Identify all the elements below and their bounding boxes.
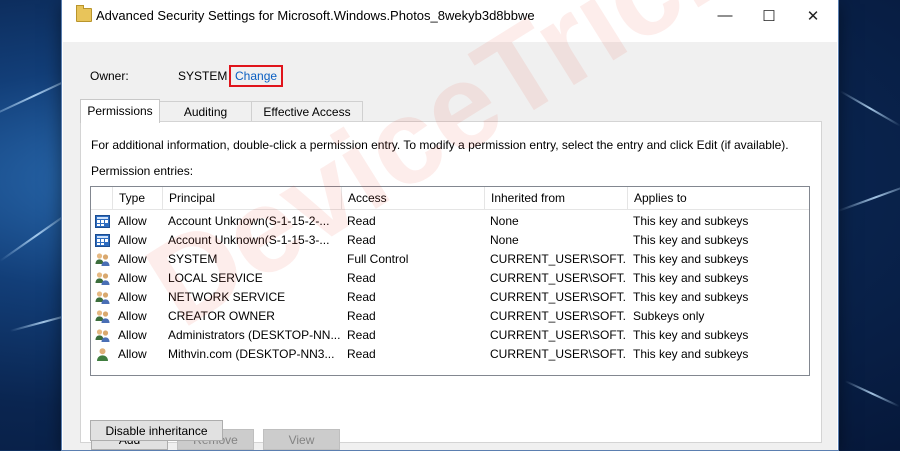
column-header-access[interactable]: Access xyxy=(341,187,484,209)
cell-type: Allow xyxy=(112,231,162,250)
cell-principal: Administrators (DESKTOP-NN... xyxy=(162,326,341,345)
cell-access: Read xyxy=(341,288,484,307)
users-group-icon xyxy=(95,328,110,343)
cell-principal: SYSTEM xyxy=(162,250,341,269)
cell-access: Full Control xyxy=(341,250,484,269)
cell-principal: Account Unknown(S-1-15-3-... xyxy=(162,231,341,250)
cell-access: Read xyxy=(341,345,484,364)
disable-inheritance-button[interactable]: Disable inheritance xyxy=(90,420,223,441)
column-header-inherited-from[interactable]: Inherited from xyxy=(484,187,627,209)
table-row[interactable]: AllowMithvin.com (DESKTOP-NN3...ReadCURR… xyxy=(91,345,809,364)
cell-type: Allow xyxy=(112,307,162,326)
cell-access: Read xyxy=(341,231,484,250)
cell-inherited: None xyxy=(484,212,627,231)
users-group-icon xyxy=(95,290,110,305)
view-button[interactable]: View xyxy=(263,429,340,450)
cell-access: Read xyxy=(341,307,484,326)
cell-type: Allow xyxy=(112,326,162,345)
cell-applies: This key and subkeys xyxy=(627,231,809,250)
permissions-panel: For additional information, double-click… xyxy=(80,121,822,443)
column-header-principal[interactable]: Principal xyxy=(162,187,341,209)
folder-icon xyxy=(76,8,92,22)
cell-principal: NETWORK SERVICE xyxy=(162,288,341,307)
cell-inherited: CURRENT_USER\SOFT... xyxy=(484,250,627,269)
cell-inherited: None xyxy=(484,231,627,250)
cell-inherited: CURRENT_USER\SOFT... xyxy=(484,345,627,364)
app-package-icon xyxy=(95,214,110,229)
users-group-icon xyxy=(95,271,110,286)
title-bar: Advanced Security Settings for Microsoft… xyxy=(62,0,838,31)
cell-type: Allow xyxy=(112,288,162,307)
column-header-type[interactable]: Type xyxy=(112,187,162,209)
tab-auditing[interactable]: Auditing xyxy=(158,101,253,122)
column-header-applies-to[interactable]: Applies to xyxy=(627,187,809,209)
cell-inherited: CURRENT_USER\SOFT... xyxy=(484,269,627,288)
maximize-button[interactable]: ☐ xyxy=(746,0,792,31)
table-row[interactable]: AllowLOCAL SERVICEReadCURRENT_USER\SOFT.… xyxy=(91,269,809,288)
security-settings-window: Advanced Security Settings for Microsoft… xyxy=(62,0,838,450)
light-streak xyxy=(838,183,900,212)
table-row[interactable]: AllowSYSTEMFull ControlCURRENT_USER\SOFT… xyxy=(91,250,809,269)
cell-applies: This key and subkeys xyxy=(627,250,809,269)
cell-principal: Account Unknown(S-1-15-2-... xyxy=(162,212,341,231)
change-owner-link[interactable]: Change xyxy=(229,65,283,87)
owner-label: Owner: xyxy=(90,69,129,83)
cell-applies: This key and subkeys xyxy=(627,345,809,364)
permission-entries-list[interactable]: Type Principal Access Inherited from App… xyxy=(90,186,810,376)
cell-access: Read xyxy=(341,326,484,345)
cell-principal: Mithvin.com (DESKTOP-NN3... xyxy=(162,345,341,364)
cell-inherited: CURRENT_USER\SOFT... xyxy=(484,326,627,345)
list-header: Type Principal Access Inherited from App… xyxy=(91,187,809,210)
cell-type: Allow xyxy=(112,212,162,231)
cell-principal: CREATOR OWNER xyxy=(162,307,341,326)
cell-access: Read xyxy=(341,212,484,231)
cell-inherited: CURRENT_USER\SOFT... xyxy=(484,307,627,326)
minimize-button[interactable]: — xyxy=(702,0,748,31)
table-row[interactable]: AllowAccount Unknown(S-1-15-2-...ReadNon… xyxy=(91,212,809,231)
app-package-icon xyxy=(95,233,110,248)
light-streak xyxy=(845,380,900,407)
cell-principal: LOCAL SERVICE xyxy=(162,269,341,288)
cell-applies: This key and subkeys xyxy=(627,326,809,345)
permission-entries-label: Permission entries: xyxy=(91,164,193,178)
cell-applies: This key and subkeys xyxy=(627,269,809,288)
owner-value: SYSTEM xyxy=(178,69,227,83)
cell-type: Allow xyxy=(112,250,162,269)
users-group-icon xyxy=(95,252,110,267)
close-button[interactable]: ✕ xyxy=(790,0,836,31)
cell-inherited: CURRENT_USER\SOFT... xyxy=(484,288,627,307)
user-icon xyxy=(95,347,110,362)
cell-applies: This key and subkeys xyxy=(627,212,809,231)
table-row[interactable]: AllowNETWORK SERVICEReadCURRENT_USER\SOF… xyxy=(91,288,809,307)
cell-type: Allow xyxy=(112,269,162,288)
dialog-content: Owner: SYSTEM Change Permissions Auditin… xyxy=(63,42,837,450)
window-title: Advanced Security Settings for Microsoft… xyxy=(96,8,535,23)
tab-effective-access[interactable]: Effective Access xyxy=(251,101,363,122)
cell-applies: This key and subkeys xyxy=(627,288,809,307)
users-group-icon xyxy=(95,309,110,324)
tab-permissions[interactable]: Permissions xyxy=(80,99,160,123)
cell-access: Read xyxy=(341,269,484,288)
cell-type: Allow xyxy=(112,345,162,364)
info-text: For additional information, double-click… xyxy=(91,138,789,152)
cell-applies: Subkeys only xyxy=(627,307,809,326)
table-row[interactable]: AllowCREATOR OWNERReadCURRENT_USER\SOFT.… xyxy=(91,307,809,326)
table-row[interactable]: AllowAdministrators (DESKTOP-NN...ReadCU… xyxy=(91,326,809,345)
light-streak xyxy=(840,90,900,127)
table-row[interactable]: AllowAccount Unknown(S-1-15-3-...ReadNon… xyxy=(91,231,809,250)
